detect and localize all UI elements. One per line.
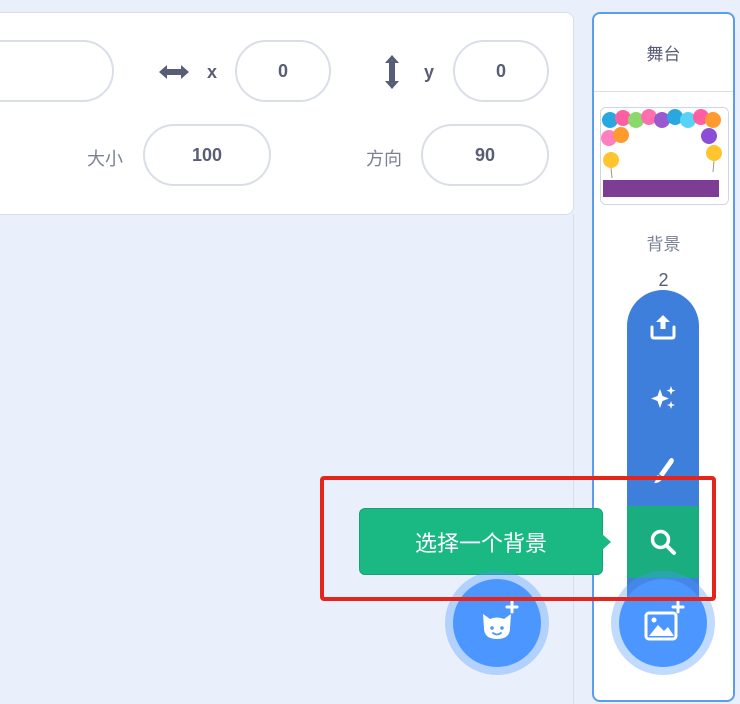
horizontal-arrows-icon [159, 65, 189, 79]
y-label: y [424, 62, 435, 82]
direction-label: 方向 [366, 149, 402, 170]
annotation-highlight-box [320, 476, 716, 601]
upload-icon [650, 315, 676, 340]
stage-thumbnail[interactable] [600, 107, 729, 205]
sprite-name-input[interactable] [0, 40, 114, 102]
size-input[interactable]: 100 [143, 124, 271, 186]
direction-input[interactable]: 90 [421, 124, 549, 186]
y-input[interactable]: 0 [453, 40, 549, 102]
stage-title: 舞台 [594, 14, 733, 92]
x-input[interactable]: 0 [235, 40, 331, 102]
surprise-backdrop-button[interactable] [627, 362, 699, 434]
cat-add-icon [483, 600, 519, 639]
backdrop-count: 2 [658, 270, 669, 290]
x-label: x [207, 62, 218, 82]
surprise-icon [651, 386, 676, 409]
upload-backdrop-button[interactable] [627, 290, 699, 362]
backdrop-label: 背景 [646, 235, 681, 255]
image-add-icon [644, 600, 685, 641]
size-label: 大小 [87, 149, 123, 170]
balloons-backdrop-image [601, 108, 728, 204]
vertical-arrows-icon [385, 55, 399, 89]
